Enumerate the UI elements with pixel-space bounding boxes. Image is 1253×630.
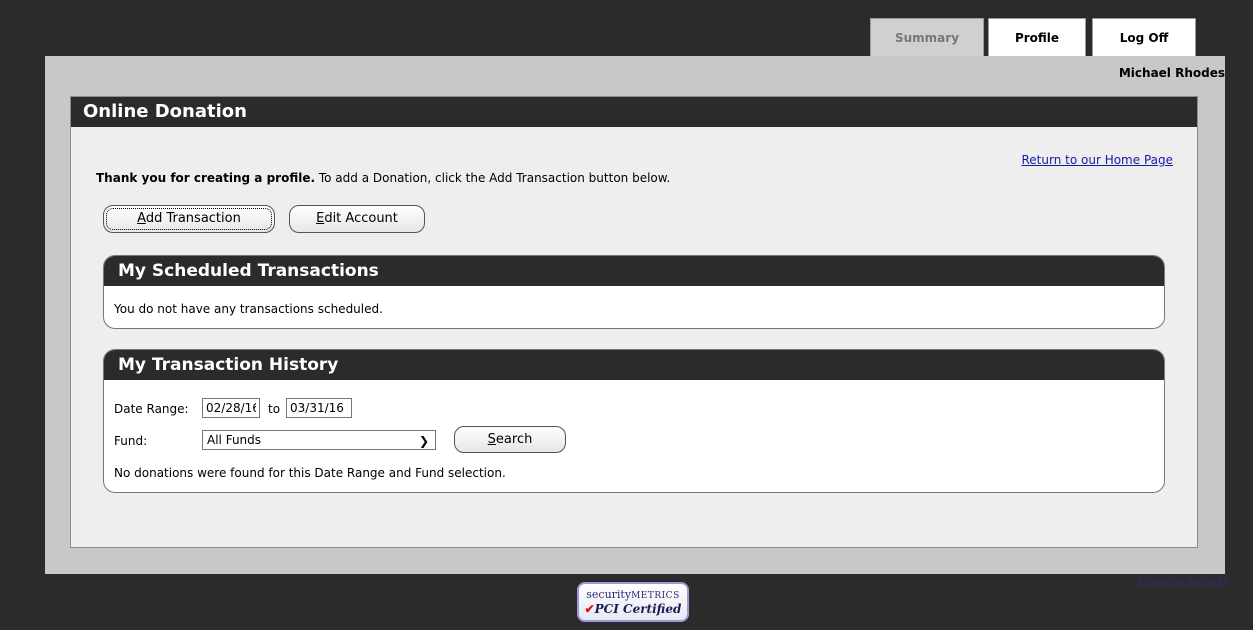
tab-log-off[interactable]: Log Off xyxy=(1092,18,1196,56)
search-button[interactable]: Search xyxy=(454,426,566,453)
search-accel: S xyxy=(487,432,496,447)
intro-rest-text: To add a Donation, click the Add Transac… xyxy=(315,171,671,185)
edit-account-button[interactable]: Edit Account xyxy=(289,205,425,233)
privacy-security-link[interactable]: Privacy & Security xyxy=(1138,576,1229,587)
transaction-history-title: My Transaction History xyxy=(104,350,1164,380)
intro-bold-text: Thank you for creating a profile. xyxy=(96,171,316,185)
date-range-label: Date Range: xyxy=(114,402,189,416)
transaction-history-box: My Transaction History Date Range: to Fu… xyxy=(103,349,1165,493)
content-frame: Michael Rhodes Online Donation Return to… xyxy=(45,56,1225,574)
add-transaction-label: dd Transaction xyxy=(145,211,241,226)
intro-text: Thank you for creating a profile. To add… xyxy=(96,171,670,185)
history-empty-message: No donations were found for this Date Ra… xyxy=(114,466,506,480)
badge-metrics-text: METRICS xyxy=(631,591,680,601)
chevron-down-icon: ❯ xyxy=(418,434,429,448)
fund-selected-value: All Funds xyxy=(207,433,262,447)
badge-certified: ✔PCI Certified xyxy=(579,602,687,616)
user-name: Michael Rhodes xyxy=(1118,66,1225,80)
online-donation-panel: Online Donation Return to our Home Page … xyxy=(70,96,1198,548)
tab-profile[interactable]: Profile xyxy=(988,18,1086,56)
tab-summary[interactable]: Summary xyxy=(870,18,984,56)
fund-label: Fund: xyxy=(114,434,148,448)
badge-security-text: security xyxy=(586,588,632,601)
add-transaction-button[interactable]: Add Transaction xyxy=(103,205,275,233)
search-label: earch xyxy=(495,432,533,447)
scheduled-transactions-title: My Scheduled Transactions xyxy=(104,256,1164,286)
to-label: to xyxy=(268,402,281,416)
date-from-input[interactable] xyxy=(202,398,260,418)
check-icon: ✔ xyxy=(584,602,595,616)
badge-certified-text: PCI Certified xyxy=(594,602,682,616)
scheduled-transactions-box: My Scheduled Transactions You do not hav… xyxy=(103,255,1165,329)
badge-brand: securityMETRICS xyxy=(579,588,687,601)
add-transaction-accel: A xyxy=(137,211,146,226)
panel-title: Online Donation xyxy=(71,97,1197,127)
home-page-link[interactable]: Return to our Home Page xyxy=(1022,153,1174,167)
date-to-input[interactable] xyxy=(286,398,352,418)
scheduled-empty-message: You do not have any transactions schedul… xyxy=(114,302,383,316)
fund-select[interactable]: All Funds ❯ xyxy=(202,430,436,450)
edit-account-label: dit Account xyxy=(324,211,398,226)
pci-certified-badge[interactable]: securityMETRICS ✔PCI Certified xyxy=(577,582,689,622)
